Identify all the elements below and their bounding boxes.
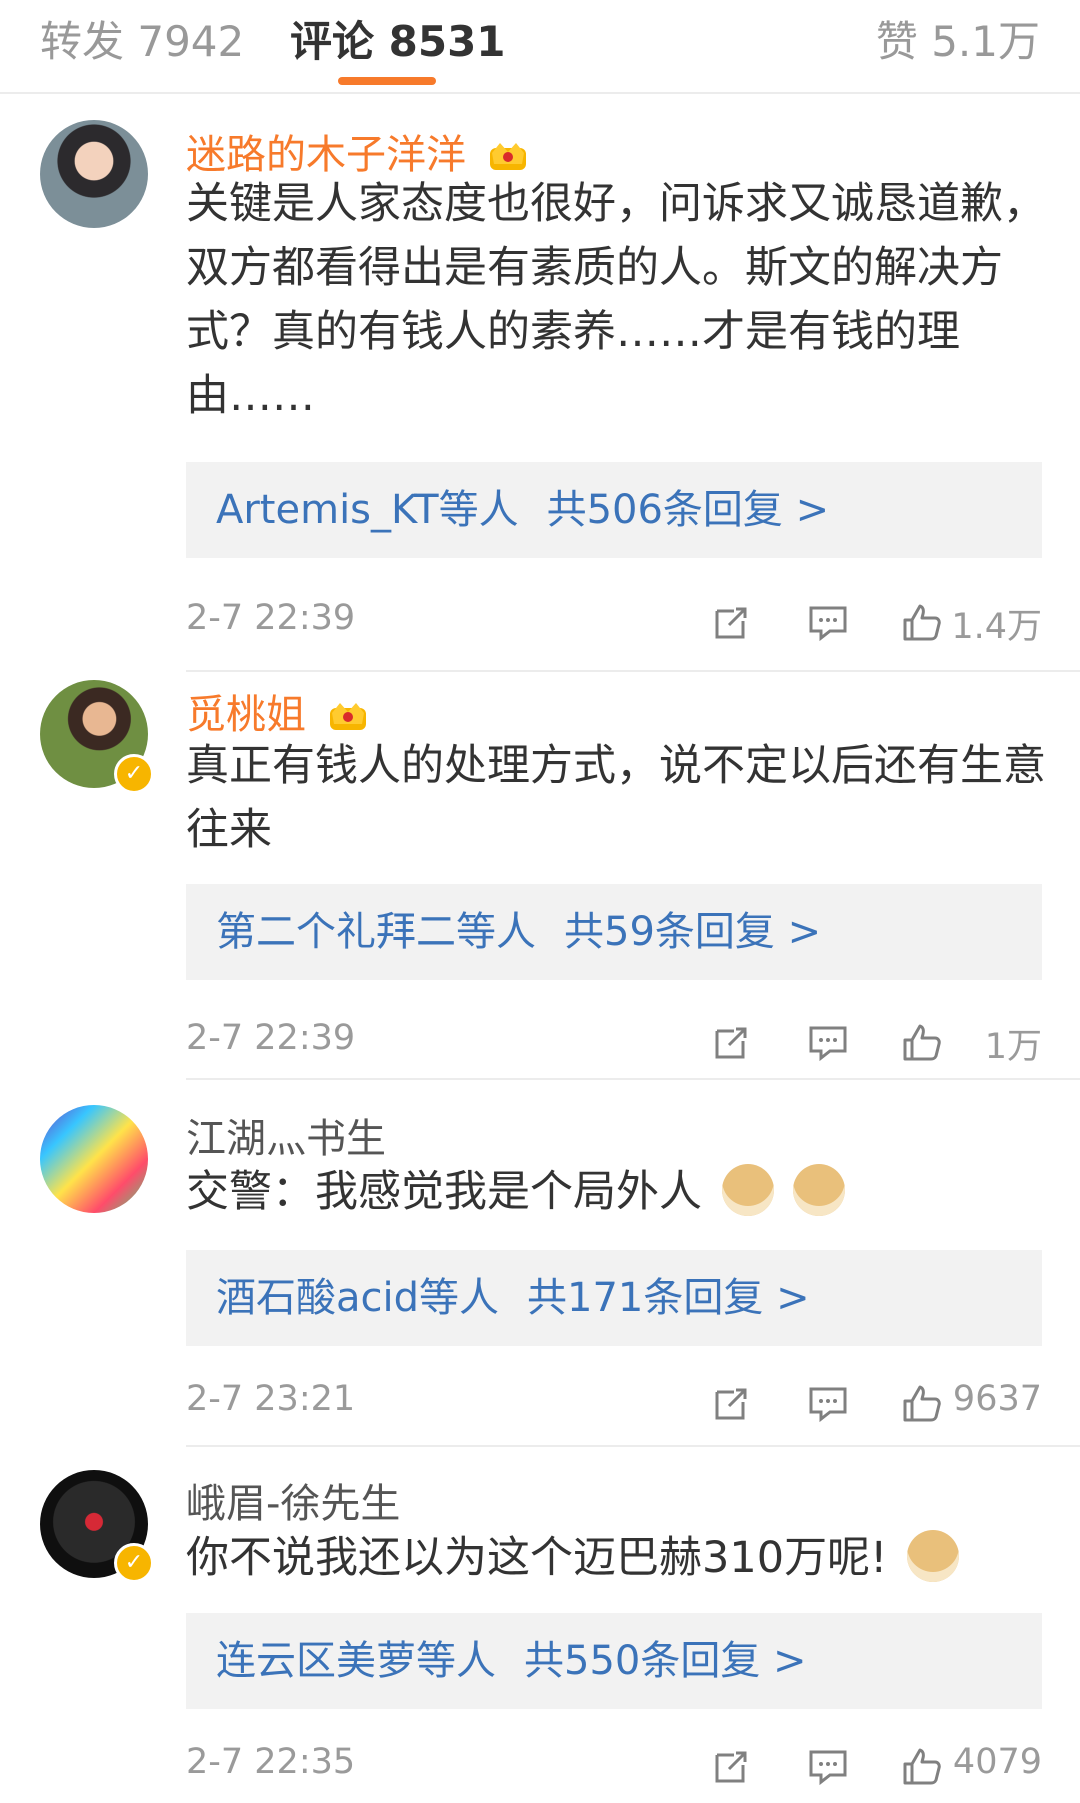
comment-icon[interactable] [806, 1381, 850, 1425]
comment-divider [186, 1078, 1080, 1080]
repost-icon[interactable] [710, 1744, 754, 1788]
comment-time: 2-7 22:39 [186, 1018, 356, 1058]
reply-users[interactable]: Artemis_KT等人 [216, 487, 519, 533]
avatar[interactable] [40, 1105, 148, 1213]
author-name[interactable]: 江湖灬书生 [186, 1116, 386, 1162]
comment-divider [186, 670, 1080, 672]
comment-text: 你不说我还以为这个迈巴赫310万呢! [186, 1526, 1046, 1590]
thumbs-up-icon[interactable] [900, 1020, 944, 1064]
comment-text: 关键是人家态度也很好，问诉求又诚恳道歉，双方都看得出是有素质的人。斯文的解决方式… [186, 179, 1046, 421]
comment-text: 真正有钱人的处理方式，说不定以后还有生意往来 [186, 741, 1046, 855]
reply-count-link[interactable]: 共550条回复 > [524, 1638, 807, 1684]
reply-users[interactable]: 连云区美萝等人 [216, 1638, 496, 1684]
reply-summary[interactable]: 第二个礼拜二等人 共59条回复 > [186, 884, 1042, 980]
like-count: 4079 [952, 1742, 1042, 1782]
comment-time: 2-7 22:39 [186, 598, 356, 638]
reply-count-link[interactable]: 共171条回复 > [527, 1275, 810, 1321]
tab-likes[interactable]: 赞 5.1万 [876, 8, 1040, 69]
reply-summary[interactable]: Artemis_KT等人 共506条回复 > [186, 462, 1042, 558]
thumbs-up-icon[interactable] [900, 1744, 944, 1788]
verified-icon: ✓ [114, 1543, 154, 1583]
repost-icon[interactable] [710, 600, 754, 644]
reply-count-link[interactable]: 共506条回复 > [547, 487, 830, 533]
author-name[interactable]: 峨眉-徐先生 [186, 1481, 400, 1527]
tab-comments[interactable]: 评论 8531 [290, 8, 506, 69]
comment-icon[interactable] [806, 600, 850, 644]
doge-emoji-icon [793, 1164, 846, 1216]
comment-meta: 2-7 23:21 9637 [186, 1371, 1042, 1431]
comment-time: 2-7 22:35 [186, 1742, 356, 1782]
active-tab-indicator [338, 77, 436, 85]
comment-icon[interactable] [806, 1020, 850, 1064]
reply-summary[interactable]: 酒石酸acid等人 共171条回复 > [186, 1250, 1042, 1346]
comment-text-content: 你不说我还以为这个迈巴赫310万呢! [186, 1533, 888, 1583]
comment-meta: 2-7 22:39 1万 [186, 1010, 1042, 1070]
comment-author[interactable]: 峨眉-徐先生 [186, 1471, 400, 1529]
avatar[interactable] [40, 120, 148, 228]
reply-count-link[interactable]: 共59条回复 > [564, 909, 821, 955]
comment-icon[interactable] [806, 1744, 850, 1788]
author-name[interactable]: 觅桃姐 [186, 692, 306, 738]
vip-crown-icon [329, 703, 366, 730]
repost-icon[interactable] [710, 1020, 754, 1064]
tab-forward[interactable]: 转发 7942 [40, 8, 244, 69]
reply-users[interactable]: 酒石酸acid等人 [216, 1275, 499, 1321]
verified-icon: ✓ [114, 754, 154, 794]
doge-emoji-icon [721, 1164, 774, 1216]
comment-tabs: 转发 7942 评论 8531 赞 5.1万 [0, 0, 1080, 94]
like-count: 9637 [952, 1379, 1042, 1419]
comment-time: 2-7 23:21 [186, 1379, 356, 1419]
thumbs-up-icon[interactable] [900, 1381, 944, 1425]
comment-text-content: 交警：我感觉我是个局外人 [186, 1167, 702, 1217]
doge-emoji-icon [906, 1530, 959, 1582]
repost-icon[interactable] [710, 1381, 754, 1425]
comment-author[interactable]: 觅桃姐 [186, 682, 369, 740]
like-count: 1.4万 [951, 607, 1042, 647]
like-count: 1万 [984, 1027, 1042, 1067]
comment-meta: 2-7 22:35 4079 [186, 1734, 1042, 1794]
thumbs-up-icon[interactable] [900, 600, 944, 644]
comment-text: 交警：我感觉我是个局外人 [186, 1160, 1046, 1224]
comment-divider [186, 1445, 1080, 1447]
comment-author[interactable]: 江湖灬书生 [186, 1106, 386, 1164]
reply-users[interactable]: 第二个礼拜二等人 [216, 909, 536, 955]
comment-meta: 2-7 22:39 1.4万 [186, 590, 1042, 650]
vip-crown-icon [489, 143, 526, 170]
reply-summary[interactable]: 连云区美萝等人 共550条回复 > [186, 1613, 1042, 1709]
